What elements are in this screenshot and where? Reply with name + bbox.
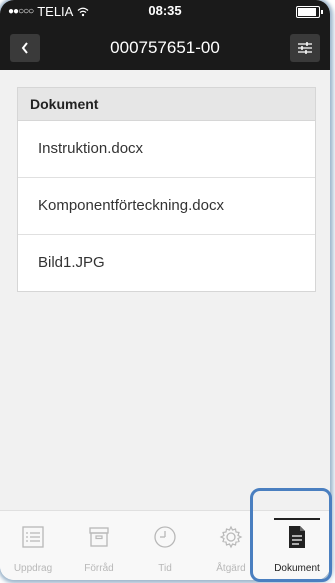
- archive-icon: [89, 527, 109, 547]
- gear-icon: [219, 525, 243, 549]
- tab-label: Förråd: [84, 563, 114, 574]
- sliders-icon: [298, 42, 312, 54]
- tab-label: Dokument: [274, 563, 320, 574]
- filter-settings-button[interactable]: [290, 34, 320, 62]
- tab-bar: Uppdrag Förråd Tid Åtgärd Dokument: [0, 510, 330, 580]
- tab-label: Åtgärd: [216, 563, 246, 574]
- navigation-bar: 000757651-00: [0, 26, 330, 70]
- back-button[interactable]: [10, 34, 40, 62]
- document-icon: [289, 526, 305, 548]
- top-bar: ●●○○○ TELIA 08:35 000757651-00: [0, 0, 330, 70]
- document-item[interactable]: Bild1.JPG: [18, 235, 315, 291]
- phone-screen: ●●○○○ TELIA 08:35 000757651-00 Dokument …: [0, 0, 330, 580]
- status-bar: ●●○○○ TELIA 08:35: [0, 0, 330, 22]
- content-area: Dokument Instruktion.docx Komponentförte…: [0, 70, 330, 510]
- tab-dokument[interactable]: Dokument: [264, 511, 330, 580]
- tab-uppdrag[interactable]: Uppdrag: [0, 511, 66, 580]
- clock-icon: [154, 526, 176, 548]
- chevron-left-icon: [21, 42, 28, 54]
- document-item[interactable]: Instruktion.docx: [18, 121, 315, 178]
- document-item[interactable]: Komponentförteckning.docx: [18, 178, 315, 235]
- tab-label: Uppdrag: [13, 563, 53, 574]
- status-time: 08:35: [148, 3, 182, 18]
- tab-atgard[interactable]: Åtgärd: [198, 511, 264, 580]
- list-icon: [22, 526, 44, 548]
- page-title: 000757651-00: [110, 38, 220, 57]
- document-list-header: Dokument: [18, 88, 315, 121]
- tab-label: Tid: [158, 563, 172, 574]
- document-list: Dokument Instruktion.docx Komponentförte…: [17, 87, 316, 292]
- tab-tid[interactable]: Tid: [132, 511, 198, 580]
- tab-forrad[interactable]: Förråd: [66, 511, 132, 580]
- battery-icon: [296, 6, 323, 18]
